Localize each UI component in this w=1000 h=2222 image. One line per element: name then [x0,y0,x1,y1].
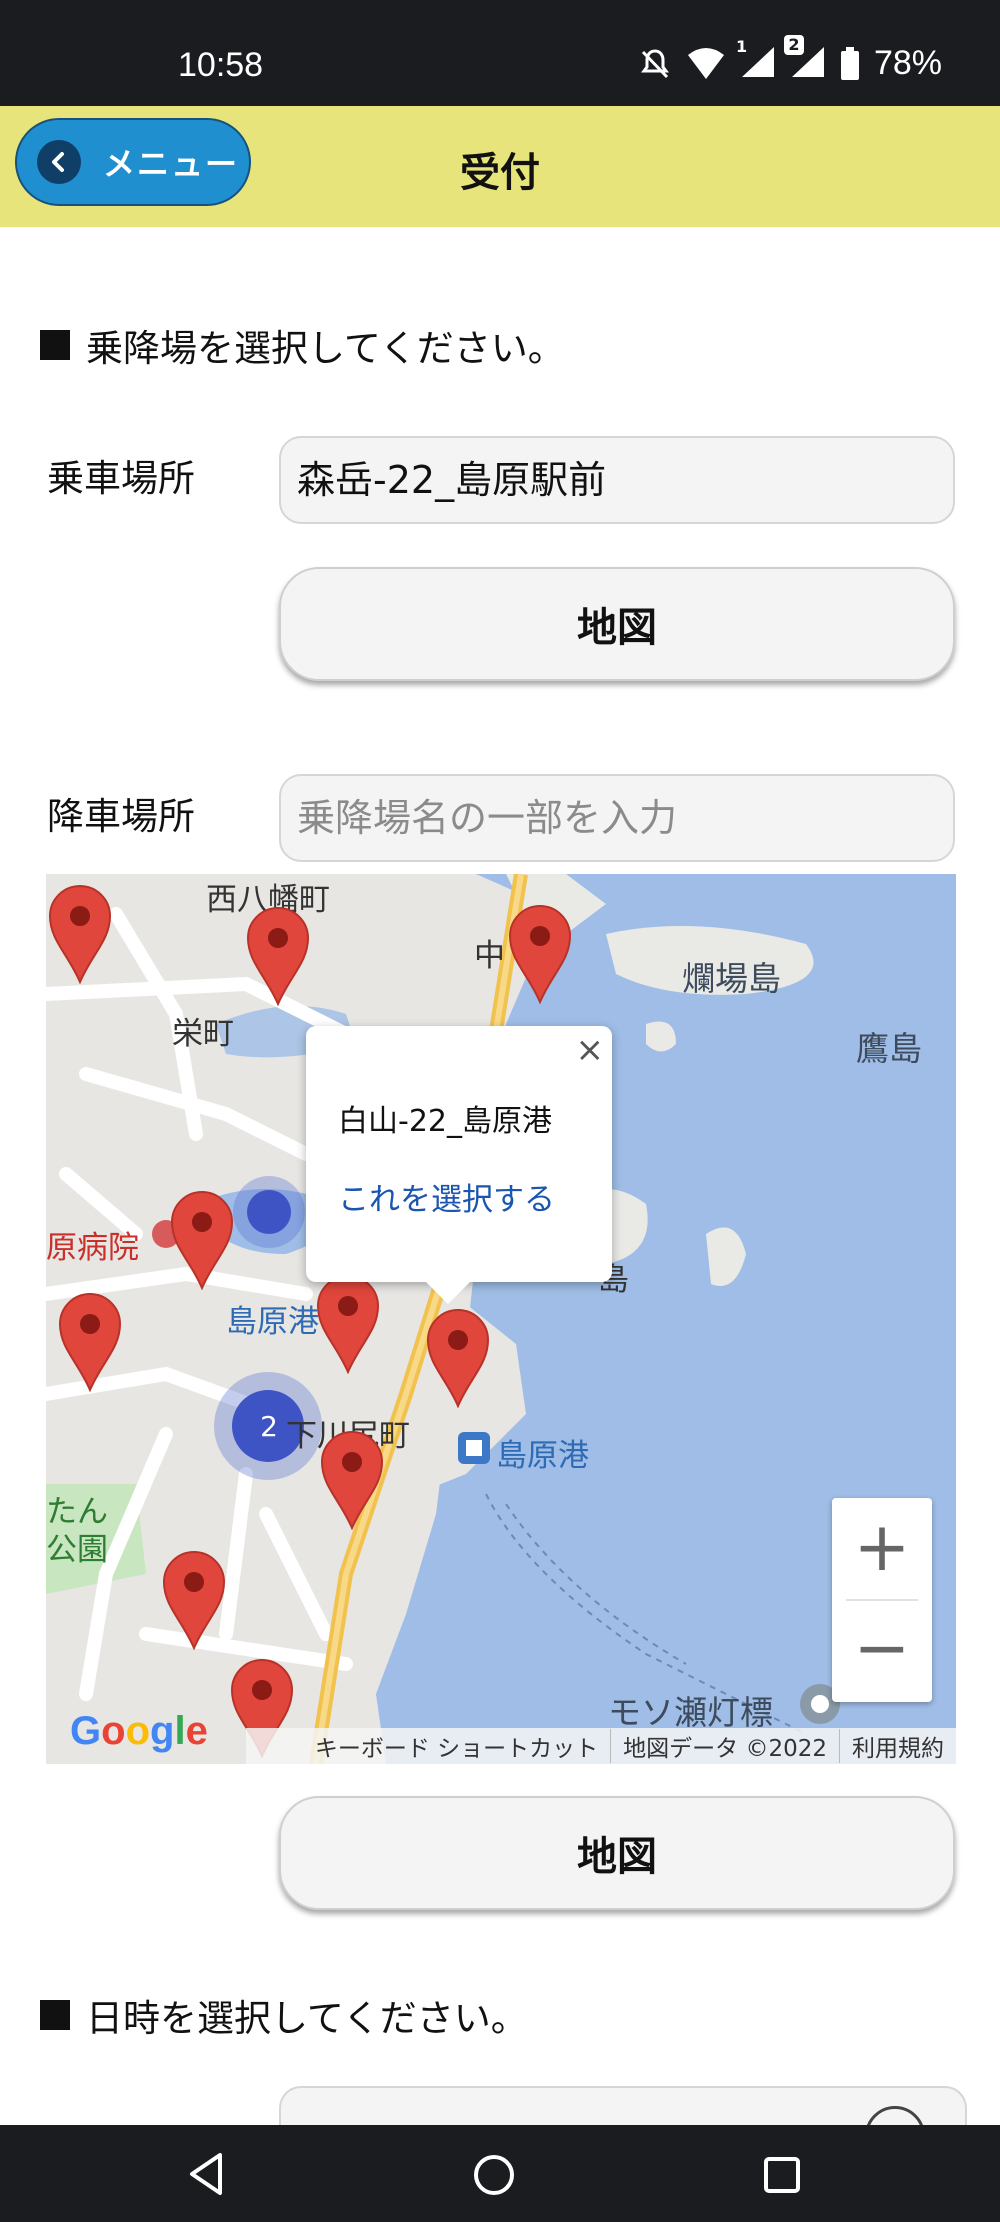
recents-icon[interactable] [762,2155,802,2195]
battery-percent: 78% [873,44,942,82]
map-label-sakaemachi: 栄町 [172,1016,234,1052]
page-title: 受付 [460,150,540,196]
zoom-in-button[interactable]: + [832,1498,932,1600]
zoom-out-button[interactable]: − [832,1600,932,1702]
map-pin[interactable] [48,884,112,984]
back-icon[interactable] [186,2151,226,2197]
sim1-label: 1 [735,36,748,56]
pickup-input[interactable]: 森岳-22_島原駅前 [279,436,955,524]
map-pin-selected[interactable] [426,1308,490,1408]
keyboard-shortcuts-link[interactable]: キーボード ショートカット [303,1729,610,1763]
square-bullet-icon [40,330,70,360]
map-pin[interactable] [320,1430,384,1530]
zoom-control: + − [832,1498,932,1702]
map-label-ferry-terminal: 島原港 [496,1438,589,1474]
status-bar: 10:58 1 2 78% [0,0,1000,106]
app-header: メニュー 受付 [0,106,1000,227]
map-pin[interactable] [246,906,310,1006]
signal-2-icon: 2 [783,34,826,83]
map-label-takashima: 鷹島 [856,1029,922,1068]
mute-icon [640,48,669,78]
map-label-park2: 公園 [46,1532,108,1568]
stop-section-heading-text: 乗降場を選択してください。 [86,327,565,370]
square-bullet-icon [40,2000,70,2030]
map[interactable]: 西八幡町 栄町 中 爛場島 鷹島 原病院 島原港 下川尻町 島原港 たん 公園 … [46,874,956,1764]
map-pin[interactable] [162,1550,226,1650]
datetime-section-heading-text: 日時を選択してください。 [86,1997,528,2040]
pickup-label: 乗車場所 [47,457,195,500]
map-label-hospital: 原病院 [46,1230,139,1266]
navigation-bar [0,2125,1000,2222]
stop-section-heading: 乗降場を選択してください。 [40,318,565,372]
signal-1-icon: 1 [736,37,776,83]
map-footer: キーボード ショートカット 地図データ ©2022 利用規約 [246,1728,956,1764]
map-pin[interactable] [58,1292,122,1392]
cluster-count[interactable]: 2 [252,1410,286,1443]
status-time: 10:58 [178,46,264,84]
map-label-lighthouse: モソ瀬灯標 [608,1693,773,1732]
map-pin[interactable] [508,904,572,1004]
map-data-attribution: 地図データ ©2022 [610,1729,839,1763]
dropoff-map-button[interactable]: 地図 [279,1796,955,1910]
sim2-label: 2 [783,34,804,55]
battery-icon [840,46,859,80]
status-icons: 1 2 78% [638,34,942,83]
home-icon[interactable] [472,2153,516,2197]
close-icon[interactable]: × [576,1030,605,1070]
stop-info-popup: × 白山-22_島原港 これを選択する [306,1026,612,1304]
popup-stop-name: 白山-22_島原港 [338,1104,552,1139]
pickup-map-button[interactable]: 地図 [279,567,955,681]
google-logo: Google [70,1709,208,1753]
wifi-icon [687,47,724,79]
terms-link[interactable]: 利用規約 [839,1729,956,1763]
map-pin[interactable] [316,1274,380,1374]
select-stop-link[interactable]: これを選択する [338,1174,555,1219]
map-label-naka: 中 [474,938,505,974]
map-pin[interactable] [170,1190,234,1290]
dropoff-label: 降車場所 [47,795,195,838]
map-label-shimabarako-small: 島原港 [226,1304,319,1340]
map-label-rannbajima: 爛場島 [682,959,781,998]
datetime-section-heading: 日時を選択してください。 [40,1988,528,2042]
dropoff-input[interactable]: 乗降場名の一部を入力 [279,774,955,862]
